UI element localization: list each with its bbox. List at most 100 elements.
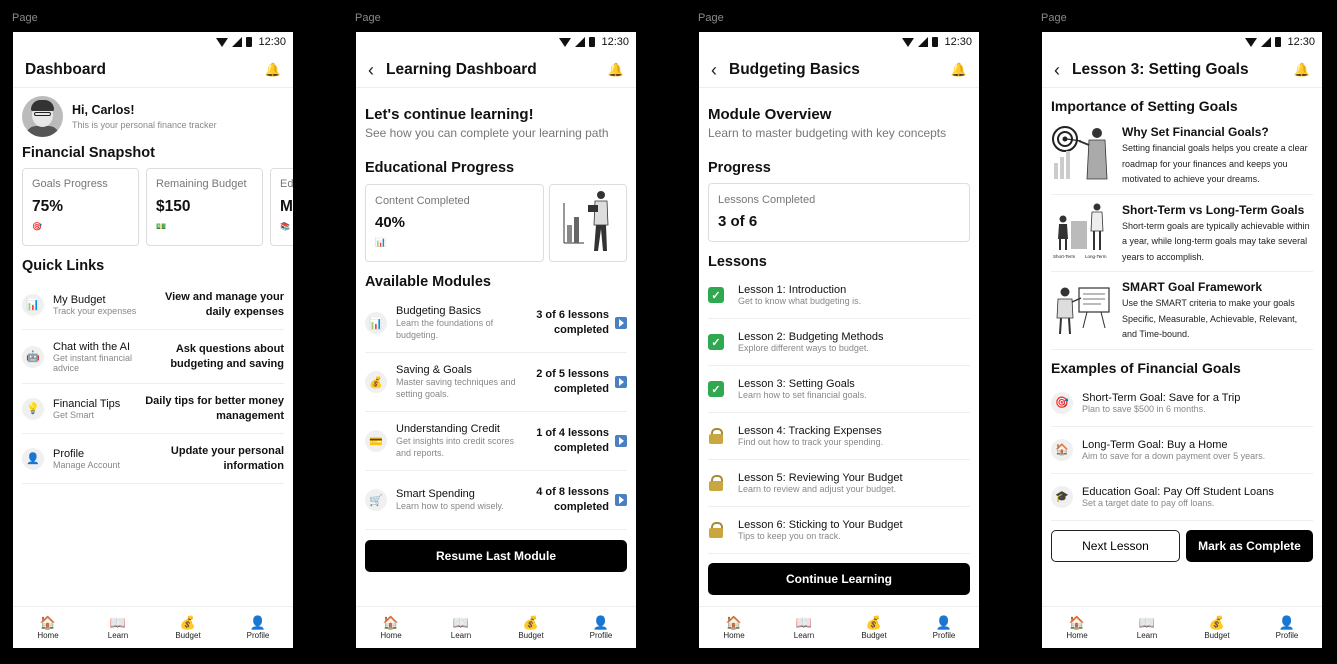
page-label: Page (698, 12, 724, 24)
app-header: ‹ Lesson 3: Setting Goals 🔔 (1042, 52, 1322, 88)
play-icon[interactable] (615, 494, 627, 506)
quick-link-my-budget[interactable]: 📊 My Budget Track your expenses View and… (22, 280, 284, 330)
signal-icon (1261, 37, 1272, 47)
module-progress: 2 of 5 lessons completed (536, 368, 609, 395)
link-detail: Daily tips for better money management (145, 394, 284, 422)
module-name: Saving & Goals (396, 364, 472, 376)
nav-home[interactable]: 🏠 Home (1042, 607, 1112, 648)
nav-learn[interactable]: 📖 Learn (769, 607, 839, 648)
home-icon: 🏠 (1068, 615, 1086, 630)
example-item[interactable]: 🎯 Short-Term Goal: Save for a Trip Plan t… (1051, 380, 1313, 427)
back-icon[interactable]: ‹ (1054, 61, 1060, 79)
bell-icon[interactable]: 🔔 (265, 62, 281, 78)
nav-budget[interactable]: 💰 Budget (153, 607, 223, 648)
mark-complete-button[interactable]: Mark as Complete (1186, 529, 1313, 562)
quick-link-chat-ai[interactable]: 🤖 Chat with the AI Get instant financial… (22, 330, 284, 384)
example-desc: Plan to save $500 in 6 months. (1082, 403, 1206, 414)
card-label: Edu (280, 178, 293, 190)
play-icon[interactable] (615, 317, 627, 329)
nav-learn[interactable]: 📖 Learn (426, 607, 496, 648)
avatar[interactable] (22, 96, 63, 137)
card-label: Remaining Budget (156, 178, 247, 190)
nav-home[interactable]: 🏠 Home (13, 607, 83, 648)
play-icon[interactable] (615, 376, 627, 388)
lessons-completed-card: Lessons Completed 3 of 6 (708, 183, 970, 242)
lesson-item[interactable]: ✓ Lesson 3: Setting Goals Learn how to se… (708, 366, 970, 413)
wifi-icon (1245, 37, 1258, 47)
learning-dashboard-screen: 12:30 ‹ Learning Dashboard 🔔 Let's conti… (356, 32, 636, 648)
play-icon[interactable] (615, 435, 627, 447)
page-title: Lesson 3: Setting Goals (1072, 60, 1249, 78)
module-saving-goals[interactable]: 💰 Saving & Goals Master saving technique… (365, 353, 627, 412)
overview-title: Module Overview (708, 106, 832, 123)
goals-progress-card[interactable]: Goals Progress 75% 🎯 (22, 168, 139, 246)
back-icon[interactable]: ‹ (711, 61, 717, 79)
page-title: Dashboard (25, 60, 106, 78)
lesson-item[interactable]: Lesson 6: Sticking to Your Budget Tips to… (708, 507, 970, 554)
back-icon[interactable]: ‹ (368, 61, 374, 79)
nav-budget[interactable]: 💰 Budget (1182, 607, 1252, 648)
nav-profile[interactable]: 👤 Profile (1252, 607, 1322, 648)
card-label: Lessons Completed (718, 194, 816, 206)
app-header: ‹ Budgeting Basics 🔔 (699, 52, 979, 88)
nav-label: Learn (793, 631, 815, 640)
nav-profile[interactable]: 👤 Profile (909, 607, 979, 648)
module-understanding-credit[interactable]: 💳 Understanding Credit Get insights into… (365, 412, 627, 471)
lesson-item[interactable]: ✓ Lesson 2: Budgeting Methods Explore dif… (708, 319, 970, 366)
bottom-nav: 🏠 Home 📖 Learn 💰 Budget 👤 Profile (356, 606, 636, 648)
graduation-cap-icon: 🎓 (1051, 485, 1073, 508)
bell-icon[interactable]: 🔔 (1294, 62, 1310, 78)
importance-list: Why Set Financial Goals? Setting financi… (1051, 114, 1313, 350)
continue-learning-button[interactable]: Continue Learning (708, 563, 970, 595)
user-icon: 👤 (249, 615, 267, 630)
nav-home[interactable]: 🏠 Home (356, 607, 426, 648)
lesson-item[interactable]: Lesson 4: Tracking Expenses Find out how … (708, 413, 970, 460)
module-budgeting-basics[interactable]: 📊 Budgeting Basics Learn the foundations… (365, 294, 627, 353)
example-name: Short-Term Goal: Save for a Trip (1082, 391, 1241, 404)
bottom-nav: 🏠 Home 📖 Learn 💰 Budget 👤 Profile (13, 606, 293, 648)
quick-link-profile[interactable]: 👤 Profile Manage Account Update your per… (22, 434, 284, 484)
nav-budget[interactable]: 💰 Budget (496, 607, 566, 648)
overview-subtitle: Learn to master budgeting with key conce… (708, 126, 947, 140)
greeting-subtitle: This is your personal finance tracker (72, 120, 217, 130)
resume-module-button[interactable]: Resume Last Module (365, 540, 627, 572)
example-item[interactable]: 🎓 Education Goal: Pay Off Student Loans S… (1051, 474, 1313, 521)
nav-label: Home (1066, 631, 1088, 640)
bell-icon[interactable]: 🔔 (951, 62, 967, 78)
module-smart-spending[interactable]: 🛒 Smart Spending Learn how to spend wise… (365, 471, 627, 530)
link-desc-line2: advice (53, 362, 80, 373)
lesson-item[interactable]: Lesson 5: Reviewing Your Budget Learn to … (708, 460, 970, 507)
nav-label: Home (723, 631, 745, 640)
nav-profile[interactable]: 👤 Profile (566, 607, 636, 648)
remaining-budget-card[interactable]: Remaining Budget $150 💵 (146, 168, 263, 246)
item-desc: Short-term goals are typically achievabl… (1122, 220, 1310, 262)
nav-label: Home (37, 631, 59, 640)
example-desc: Set a target date to pay off loans. (1082, 497, 1215, 508)
long-term-label: Long-Term (1085, 254, 1107, 259)
battery-icon (589, 37, 596, 47)
nav-budget[interactable]: 💰 Budget (839, 607, 909, 648)
wifi-icon (902, 37, 915, 47)
bottom-nav: 🏠 Home 📖 Learn 💰 Budget 👤 Profile (699, 606, 979, 648)
quick-link-financial-tips[interactable]: 💡 Financial Tips Get Smart Daily tips fo… (22, 384, 284, 434)
next-lesson-button[interactable]: Next Lesson (1051, 529, 1180, 562)
home-icon: 🏠 (1051, 438, 1073, 461)
nav-label: Profile (1275, 631, 1299, 640)
lesson-setting-goals-screen: 12:30 ‹ Lesson 3: Setting Goals 🔔 Import… (1042, 32, 1322, 648)
card-value: 75% (32, 198, 64, 215)
lesson-name: Lesson 2: Budgeting Methods (738, 331, 884, 343)
book-icon: 📖 (452, 615, 470, 630)
example-item[interactable]: 🏠 Long-Term Goal: Buy a Home Aim to save … (1051, 427, 1313, 474)
example-name: Education Goal: Pay Off Student Loans (1082, 485, 1274, 498)
nav-profile[interactable]: 👤 Profile (223, 607, 293, 648)
card-label: Content Completed (375, 195, 470, 207)
link-name: My Budget (53, 293, 106, 306)
lesson-desc: Find out how to track your spending. (738, 437, 884, 447)
lesson-item[interactable]: ✓ Lesson 1: Introduction Get to know what… (708, 272, 970, 319)
nav-learn[interactable]: 📖 Learn (83, 607, 153, 648)
bell-icon[interactable]: 🔔 (608, 62, 624, 78)
education-card[interactable]: Edu Mo 📚 (270, 168, 293, 246)
nav-home[interactable]: 🏠 Home (699, 607, 769, 648)
modules-list: 📊 Budgeting Basics Learn the foundations… (365, 294, 627, 530)
nav-learn[interactable]: 📖 Learn (1112, 607, 1182, 648)
